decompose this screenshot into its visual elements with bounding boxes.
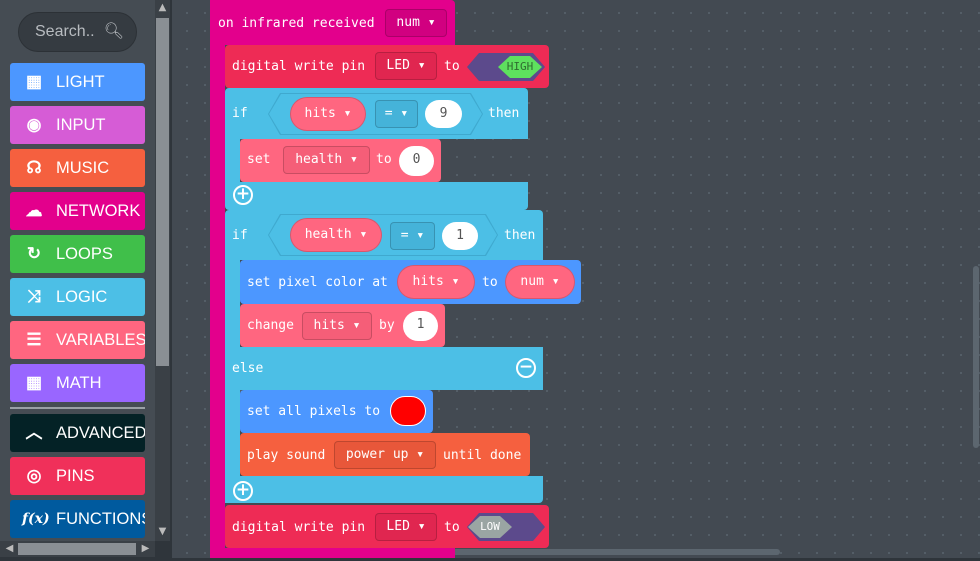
category-label: VARIABLES	[56, 331, 145, 349]
then-label: then	[504, 228, 536, 243]
chat-icon: ☁	[25, 201, 43, 220]
category-loops[interactable]: ↻ LOOPS	[10, 235, 145, 273]
calculator-icon: ▦	[25, 373, 43, 392]
toolbox-vertical-scrollbar[interactable]: ▲ ▼	[155, 0, 170, 541]
block-label: until done	[443, 448, 522, 463]
operator-dropdown[interactable]: = ▾	[375, 100, 418, 128]
rings-icon: ◎	[26, 466, 42, 485]
block-label: set pixel color at	[247, 275, 388, 290]
if-else-bottom	[225, 476, 543, 503]
number-input[interactable]: 1	[403, 311, 438, 341]
category-input[interactable]: ◉ INPUT	[10, 106, 145, 144]
operator-dropdown[interactable]: = ▾	[390, 222, 435, 250]
category-math[interactable]: ▦ MATH	[10, 364, 145, 402]
color-picker[interactable]	[390, 396, 426, 426]
category-logic[interactable]: ⤨ LOGIC	[10, 278, 145, 316]
search-placeholder: Search..	[35, 23, 95, 40]
add-else-if-icon[interactable]: +	[233, 481, 253, 501]
workspace-vertical-scrollbar[interactable]	[973, 266, 979, 448]
block-label: digital write pin	[232, 520, 366, 535]
category-music[interactable]: ☊ MUSIC	[10, 149, 145, 187]
toolbox: Search.. 🔍︎ ▦ LIGHT ◉ INPUT ☊ MUSIC ☁ NETWORK…	[0, 0, 155, 541]
else-row	[225, 347, 543, 390]
chevron-up-icon: ︿	[25, 423, 43, 442]
event-block-bottom	[210, 548, 455, 558]
number-input[interactable]: 9	[425, 100, 462, 128]
divider	[10, 407, 145, 409]
add-else-icon[interactable]: +	[233, 185, 253, 205]
then-label: then	[488, 106, 520, 121]
category-network[interactable]: ☁ NETWORK	[10, 192, 145, 230]
block-label: to	[376, 152, 392, 167]
headphones-icon: ☊	[26, 158, 42, 177]
variable-dropdown[interactable]: health ▾	[283, 146, 370, 174]
scroll-left-icon[interactable]: ◀	[2, 543, 17, 554]
category-functions[interactable]: f(x) FUNCTIONS	[10, 500, 145, 538]
remove-else-icon[interactable]: −	[516, 358, 536, 378]
event-block-body	[210, 40, 225, 558]
category-pins[interactable]: ◎ PINS	[10, 457, 145, 495]
toolbox-horizontal-scrollbar[interactable]: ◀ ▶	[0, 541, 155, 557]
if-block-arm	[225, 139, 240, 182]
category-label: ADVANCED	[56, 424, 145, 442]
category-label: LOOPS	[56, 245, 113, 263]
search-icon[interactable]: 🔍︎	[104, 13, 124, 51]
scrollbar-thumb[interactable]	[18, 543, 136, 555]
shuffle-icon: ⤨	[27, 287, 41, 306]
grid-icon: ▦	[25, 72, 43, 91]
block-label: to	[444, 59, 460, 74]
variable-dropdown[interactable]: hits ▾	[290, 97, 366, 131]
variable-dropdown[interactable]: health ▾	[290, 218, 382, 252]
category-label: INPUT	[56, 116, 106, 134]
category-label: MUSIC	[56, 159, 110, 177]
block-label: to	[482, 275, 498, 290]
category-advanced[interactable]: ︿ ADVANCED	[10, 414, 145, 452]
category-label: PINS	[56, 467, 95, 485]
category-label: LIGHT	[56, 73, 105, 91]
list-icon: ☰	[26, 330, 42, 349]
number-input[interactable]: 1	[442, 222, 478, 250]
scrollbar-thumb[interactable]	[156, 18, 169, 366]
category-variables[interactable]: ☰ VARIABLES	[10, 321, 145, 359]
if-label: if	[232, 106, 248, 121]
number-input[interactable]: 0	[399, 146, 434, 176]
scroll-down-icon[interactable]: ▼	[155, 526, 170, 537]
scroll-up-icon[interactable]: ▲	[155, 2, 170, 13]
if-block-bottom	[225, 182, 528, 210]
block-label: play sound	[247, 448, 326, 463]
variable-dropdown[interactable]: num ▾	[385, 9, 447, 37]
function-icon: f(x)	[22, 511, 50, 527]
pin-dropdown[interactable]: LED ▾	[375, 52, 437, 80]
else-label: else	[232, 361, 264, 376]
block-label: set	[247, 152, 271, 167]
block-label: to	[444, 520, 460, 535]
block-label: on infrared received	[218, 16, 375, 31]
variable-dropdown[interactable]: hits ▾	[302, 312, 372, 340]
category-label: FUNCTIONS	[56, 510, 145, 528]
category-light[interactable]: ▦ LIGHT	[10, 63, 145, 101]
category-label: MATH	[56, 374, 102, 392]
category-label: LOGIC	[56, 288, 108, 306]
block-label: change	[247, 318, 294, 333]
variable-dropdown[interactable]: num ▾	[505, 265, 575, 299]
refresh-icon: ↻	[26, 244, 42, 263]
sound-dropdown[interactable]: power up ▾	[334, 441, 436, 469]
block-label: set all pixels to	[247, 404, 381, 419]
block-label: by	[379, 318, 395, 333]
category-label: NETWORK	[56, 202, 141, 220]
block-label: digital write pin	[232, 59, 366, 74]
target-icon: ◉	[26, 115, 42, 134]
search-input[interactable]: Search.. 🔍︎	[18, 12, 137, 52]
variable-dropdown[interactable]: hits ▾	[397, 265, 475, 299]
pin-dropdown[interactable]: LED ▾	[375, 513, 437, 541]
if-label: if	[232, 228, 248, 243]
scroll-right-icon[interactable]: ▶	[138, 543, 153, 554]
